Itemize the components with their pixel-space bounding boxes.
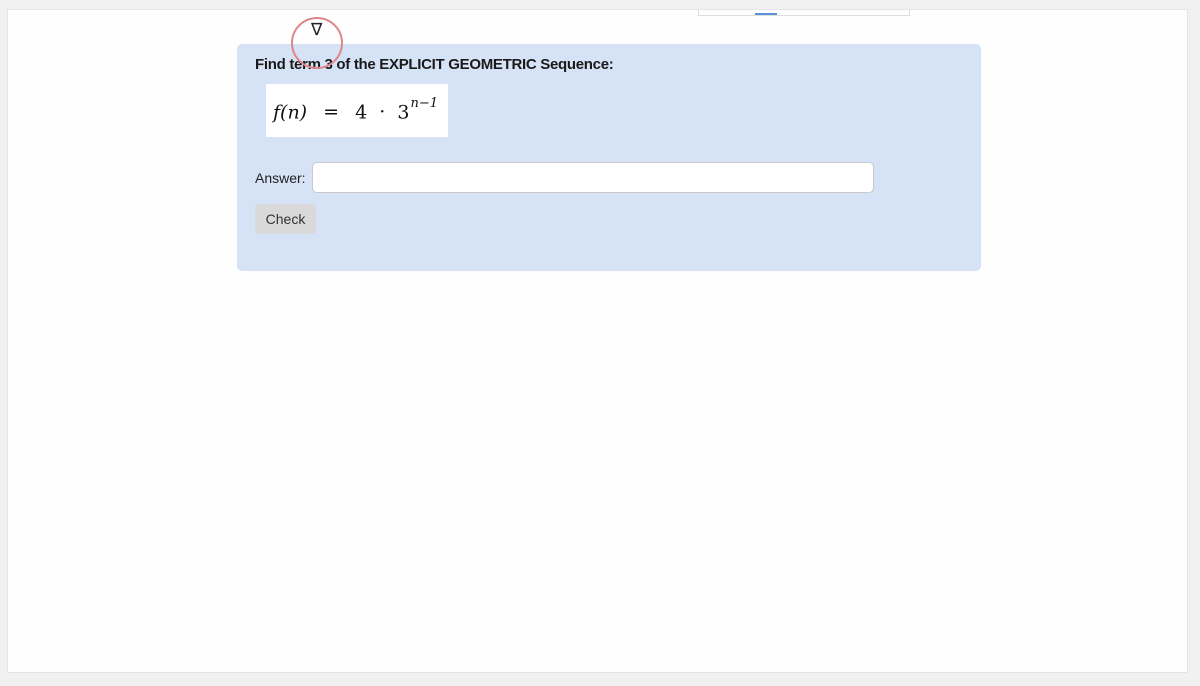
formula: f(n) = 4 · 3n−1 — [273, 96, 438, 124]
formula-base: 3 — [397, 101, 410, 124]
page-viewport: Find term 3 of the EXPLICIT GEOMETRIC Se… — [7, 9, 1188, 673]
formula-equals: = — [323, 101, 340, 124]
formula-coefficient: 4 — [355, 101, 368, 124]
check-button[interactable]: Check — [255, 204, 316, 234]
formula-box: f(n) = 4 · 3n−1 — [266, 84, 448, 137]
answer-label: Answer: — [255, 170, 306, 186]
question-prompt: Find term 3 of the EXPLICIT GEOMETRIC Se… — [255, 56, 614, 73]
formula-operator: · — [379, 101, 386, 124]
tab-accent — [755, 13, 777, 15]
question-panel: Find term 3 of the EXPLICIT GEOMETRIC Se… — [237, 44, 981, 271]
formula-exponent: n−1 — [410, 96, 438, 111]
formula-lhs: f(n) — [273, 101, 308, 124]
top-tab[interactable] — [698, 10, 910, 16]
answer-input[interactable] — [312, 162, 874, 193]
formula-exponent-text: n−1 — [410, 96, 438, 111]
